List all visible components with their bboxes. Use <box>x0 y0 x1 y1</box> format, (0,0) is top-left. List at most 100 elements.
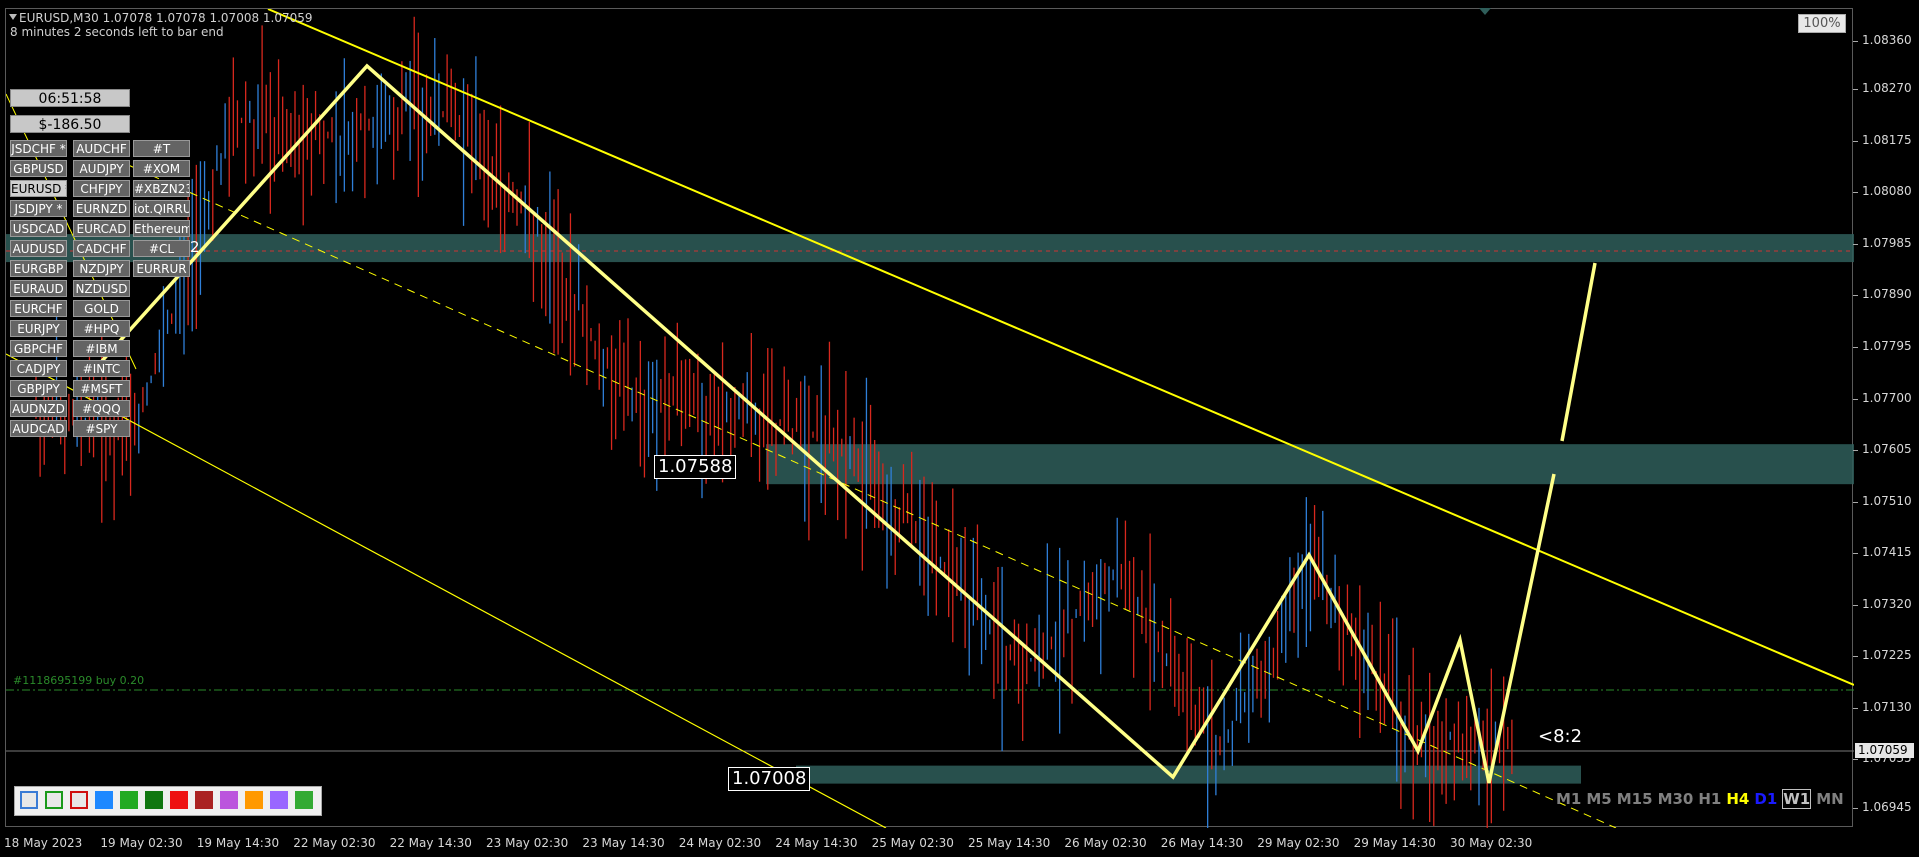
price-tick-label: 1.07700 <box>1862 390 1912 405</box>
price-tick-mark <box>1853 707 1858 709</box>
color-swatch[interactable] <box>95 791 113 809</box>
col2-symbol-button[interactable]: #IBM <box>73 340 130 357</box>
time-tick-label: 23 May 02:30 <box>486 836 569 850</box>
timeframe-w1[interactable]: W1 <box>1782 789 1812 809</box>
color-swatch[interactable] <box>295 791 313 809</box>
col1-symbol-button[interactable]: GBPJPY <box>10 380 67 397</box>
timeframe-m30[interactable]: M30 <box>1658 790 1694 808</box>
price-tick-mark <box>1853 656 1858 658</box>
col2-symbol-button[interactable]: CADCHF <box>73 240 130 257</box>
channel-lower-line <box>6 353 887 828</box>
price-tick-mark <box>1853 140 1858 142</box>
color-swatch[interactable] <box>245 791 263 809</box>
price-tick-mark <box>1853 346 1858 348</box>
price-tick-label: 1.07605 <box>1862 442 1912 457</box>
color-swatch[interactable] <box>120 791 138 809</box>
col2-symbol-button[interactable]: CHFJPY <box>73 180 130 197</box>
col2-symbol-button[interactable]: #HPQ <box>73 320 130 337</box>
col3-symbol-button[interactable]: #XBZN23 <box>133 180 190 197</box>
time-tick-label: 18 May 2023 <box>4 836 83 850</box>
col1-symbol-button[interactable]: AUDNZD <box>10 400 67 417</box>
col2-symbol-button[interactable]: #MSFT <box>73 380 130 397</box>
col2-symbol-button[interactable]: GOLD <box>73 300 130 317</box>
zigzag-leg-thin <box>92 65 368 372</box>
zone-price-upper[interactable]: 1.07588 <box>654 455 737 479</box>
col1-symbol-button[interactable]: EURAUD <box>10 280 67 297</box>
price-tick-label: 1.07510 <box>1862 493 1912 508</box>
col3-symbol-button[interactable]: Ethereum <box>133 220 190 237</box>
time-tick-label: 26 May 14:30 <box>1160 836 1244 850</box>
col1-symbol-button[interactable]: EURGBP <box>10 260 67 277</box>
timeframe-m15[interactable]: M15 <box>1617 790 1653 808</box>
timeframe-d1[interactable]: D1 <box>1754 790 1777 808</box>
col3-symbol-button[interactable]: #T <box>133 140 190 157</box>
col2-symbol-button[interactable]: #QQQ <box>73 400 130 417</box>
price-tick-label: 1.07890 <box>1862 287 1912 302</box>
col1-symbol-button[interactable]: EURCHF <box>10 300 67 317</box>
price-tick-mark <box>1853 501 1858 503</box>
col1-symbol-button[interactable]: AUDCAD <box>10 420 67 437</box>
chart-canvas[interactable] <box>5 8 1854 828</box>
price-tick-label: 1.08270 <box>1862 81 1912 96</box>
col2-symbol-button[interactable]: AUDCHF <box>73 140 130 157</box>
col1-symbol-button[interactable]: EURJPY <box>10 320 67 337</box>
col3-symbol-button[interactable]: #CL <box>133 240 190 257</box>
color-swatch[interactable] <box>45 791 63 809</box>
zone-price-lower[interactable]: 1.07008 <box>728 767 811 791</box>
timeframe-m1[interactable]: M1 <box>1556 790 1581 808</box>
price-tick-label: 1.08175 <box>1862 132 1912 147</box>
color-swatch[interactable] <box>70 791 88 809</box>
col2-symbol-button[interactable]: #SPY <box>73 420 130 437</box>
col1-symbol-button[interactable]: EURUSD * <box>10 180 67 197</box>
price-tick-mark <box>1853 89 1858 91</box>
col2-symbol-button[interactable]: #INTC <box>73 360 130 377</box>
chart-window: EURUSD,M30 1.07078 1.07078 1.07008 1.070… <box>0 0 1919 857</box>
col2-symbol-button[interactable]: NZDUSD <box>73 280 130 297</box>
col1-symbol-button[interactable]: CADJPY <box>10 360 67 377</box>
zoom-badge[interactable]: 100% <box>1798 14 1846 33</box>
ratio-label: <8:2 <box>1538 726 1583 747</box>
col2-symbol-button[interactable]: EURNZD <box>73 200 130 217</box>
price-tick-label: 1.07320 <box>1862 596 1912 611</box>
scroll-marker-icon <box>1479 8 1491 15</box>
price-tick-label: 1.08080 <box>1862 184 1912 199</box>
price-tick-mark <box>1853 295 1858 297</box>
color-swatch[interactable] <box>220 791 238 809</box>
price-tick-mark <box>1853 604 1858 606</box>
time-tick-label: 30 May 02:30 <box>1450 836 1533 850</box>
supply-demand-zone <box>766 444 1854 485</box>
col1-symbol-button[interactable]: JSDJPY * <box>10 200 67 217</box>
timeframe-h4[interactable]: H4 <box>1726 790 1749 808</box>
price-tick-mark <box>1853 40 1858 42</box>
col3-symbol-button[interactable]: EURRUR <box>133 260 190 277</box>
color-swatch[interactable] <box>195 791 213 809</box>
col1-symbol-button[interactable]: GBPUSD <box>10 160 67 177</box>
col1-symbol-button[interactable]: USDCAD <box>10 220 67 237</box>
color-swatch[interactable] <box>20 791 38 809</box>
bar-timer: 8 minutes 2 seconds left to bar end <box>10 25 224 39</box>
color-swatch[interactable] <box>145 791 163 809</box>
supply-demand-zone <box>6 234 1854 263</box>
zigzag-projection <box>91 63 1556 784</box>
col1-symbol-button[interactable]: JSDCHF * <box>10 140 67 157</box>
zigzag-target <box>1560 262 1597 442</box>
chevron-down-icon[interactable] <box>9 14 17 20</box>
cl-suffix-label: 2 <box>190 238 200 256</box>
price-tick-label: 1.06945 <box>1862 800 1912 815</box>
color-swatch[interactable] <box>170 791 188 809</box>
timeframe-m5[interactable]: M5 <box>1586 790 1611 808</box>
col1-symbol-button[interactable]: AUDUSD <box>10 240 67 257</box>
symbol-header: EURUSD,M30 1.07078 1.07078 1.07008 1.070… <box>19 11 313 25</box>
col2-symbol-button[interactable]: EURCAD <box>73 220 130 237</box>
timeframe-mn[interactable]: MN <box>1816 790 1843 808</box>
price-tick-label: 1.07130 <box>1862 699 1912 714</box>
order-label: #1118695199 buy 0.20 <box>13 674 145 687</box>
timeframe-h1[interactable]: H1 <box>1698 790 1721 808</box>
col2-symbol-button[interactable]: AUDJPY <box>73 160 130 177</box>
clock-display: 06:51:58 <box>10 89 130 107</box>
color-swatch[interactable] <box>270 791 288 809</box>
col3-symbol-button[interactable]: #XOM <box>133 160 190 177</box>
col2-symbol-button[interactable]: NZDJPY <box>73 260 130 277</box>
col3-symbol-button[interactable]: iot.QIRRU <box>133 200 190 217</box>
col1-symbol-button[interactable]: GBPCHF <box>10 340 67 357</box>
